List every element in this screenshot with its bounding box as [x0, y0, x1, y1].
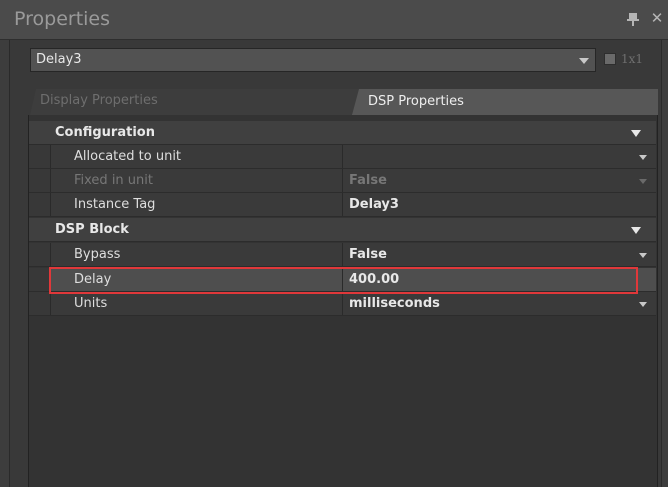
column-divider	[342, 193, 343, 216]
row-gutter	[29, 169, 51, 192]
dropdown-arrow-icon[interactable]	[639, 253, 647, 258]
property-name: Fixed in unit	[74, 173, 153, 188]
property-value[interactable]: False	[349, 247, 387, 262]
object-selector[interactable]: Delay3	[30, 48, 596, 72]
collapse-icon[interactable]	[631, 130, 641, 137]
column-divider	[342, 145, 343, 168]
object-selector-value: Delay3	[36, 52, 82, 67]
close-icon[interactable]: ✕	[650, 10, 664, 26]
category-configuration[interactable]: Configuration	[29, 121, 656, 145]
row-gutter	[29, 268, 51, 291]
property-value[interactable]: milliseconds	[349, 296, 440, 311]
category-label: DSP Block	[55, 222, 129, 237]
collapse-icon[interactable]	[631, 227, 641, 234]
property-row-delay[interactable]: Delay 400.00	[29, 268, 656, 292]
property-value[interactable]: Delay3	[349, 197, 399, 212]
row-gutter	[29, 243, 51, 266]
property-name: Bypass	[74, 247, 121, 262]
tab-dsp-properties[interactable]: DSP Properties	[352, 89, 658, 115]
property-name: Allocated to unit	[74, 149, 182, 164]
tab-strip: Display Properties DSP Properties	[22, 89, 658, 115]
property-row-instance-tag[interactable]: Instance Tag Delay3	[29, 193, 656, 217]
category-label: Configuration	[55, 125, 155, 140]
property-row-fixed-in-unit: Fixed in unit False	[29, 169, 656, 193]
row-gutter	[29, 193, 51, 216]
column-divider	[342, 169, 343, 192]
property-name: Units	[74, 296, 108, 311]
property-value: False	[349, 173, 387, 188]
column-divider	[342, 268, 343, 291]
window-title: Properties	[14, 8, 111, 30]
grid-checkbox[interactable]	[604, 53, 616, 65]
column-divider	[342, 243, 343, 266]
row-gutter	[29, 292, 51, 315]
row-gutter	[29, 145, 51, 168]
dropdown-arrow-icon	[639, 179, 647, 184]
pin-icon[interactable]	[626, 11, 640, 27]
property-name: Delay	[74, 272, 112, 287]
property-row-allocated-to-unit[interactable]: Allocated to unit	[29, 145, 656, 169]
tab-display-properties[interactable]: Display Properties	[30, 89, 366, 115]
title-bar: Properties ✕	[0, 0, 668, 40]
grid-label: 1x1	[621, 52, 644, 66]
property-value[interactable]: 400.00	[349, 272, 399, 287]
chevron-down-icon[interactable]	[579, 58, 589, 64]
category-dsp-block[interactable]: DSP Block	[29, 218, 656, 242]
column-divider	[342, 292, 343, 315]
property-row-bypass[interactable]: Bypass False	[29, 243, 656, 267]
property-name: Instance Tag	[74, 197, 156, 212]
property-row-units[interactable]: Units milliseconds	[29, 292, 656, 316]
dropdown-arrow-icon[interactable]	[639, 155, 647, 160]
dropdown-arrow-icon[interactable]	[639, 302, 647, 307]
